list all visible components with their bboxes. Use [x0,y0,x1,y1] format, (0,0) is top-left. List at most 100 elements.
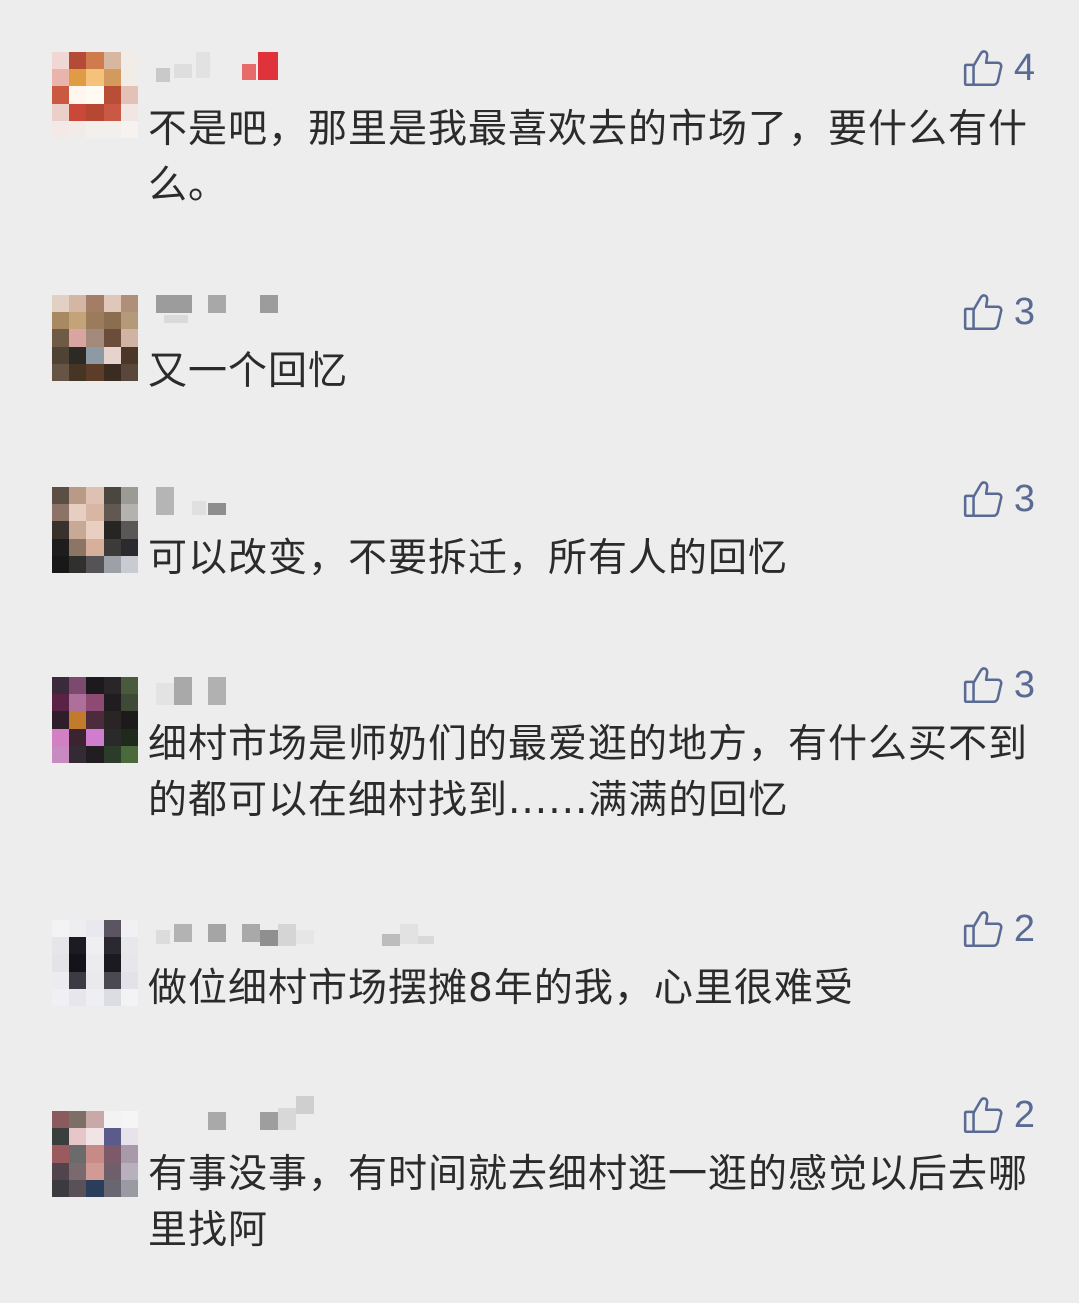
avatar-pixel [86,711,104,729]
avatar-pixel [86,312,104,330]
avatar[interactable] [52,677,138,763]
avatar-pixel [69,329,87,347]
avatar-pixel [69,555,87,573]
avatar-pixel [86,1162,104,1180]
avatar[interactable] [52,920,138,1006]
avatar-pixel [52,728,70,746]
avatar-pixel [120,920,138,938]
avatar-pixel [52,988,70,1006]
avatar-pixel [86,52,104,70]
avatar-pixel [120,728,138,746]
avatar-pixel [69,295,87,313]
avatar-pixel [120,1145,138,1163]
like-count: 2 [1013,1094,1035,1136]
avatar-pixel [52,920,70,938]
avatar-pixel [86,521,104,539]
avatar-pixel [69,1128,87,1146]
avatar-pixel [52,555,70,573]
nickname-blurred[interactable] [156,677,456,707]
avatar-pixel [52,295,70,313]
avatar-pixel [103,120,121,138]
avatar-pixel [52,694,70,712]
like-count: 4 [1013,47,1035,89]
avatar-pixel [103,346,121,364]
avatar-pixel [52,1128,70,1146]
avatar-pixel [103,555,121,573]
comment-text: 做位细村市场摆摊8年的我，心里很难受 [148,966,854,1011]
avatar-pixel [120,1179,138,1197]
like-button[interactable]: 3 [962,290,1035,334]
avatar-pixel [86,954,104,972]
thumbs-up-icon [963,294,1003,331]
like-count: 3 [1013,291,1035,333]
avatar-pixel [103,1145,121,1163]
avatar-pixel [52,1162,70,1180]
avatar-pixel [69,538,87,556]
thumbs-up-icon [963,50,1003,87]
nickname-blurred[interactable] [156,1096,456,1130]
nickname-blurred[interactable] [156,920,456,950]
avatar[interactable] [52,295,138,381]
nickname-blurred[interactable] [156,487,456,517]
avatar-pixel [69,677,87,695]
avatar-pixel [103,69,121,87]
avatar-pixel [52,346,70,364]
like-button[interactable]: 2 [962,907,1035,951]
avatar-pixel [120,937,138,955]
like-button[interactable]: 4 [962,46,1035,90]
avatar-pixel [52,745,70,763]
avatar-pixel [69,504,87,522]
like-count: 3 [1013,478,1035,520]
avatar-pixel [69,954,87,972]
avatar-pixel [103,1128,121,1146]
thumbs-up-icon [963,911,1003,948]
avatar-pixel [69,346,87,364]
comment-text: 可以改变，不要拆迁，所有人的回忆 [148,536,789,581]
avatar-pixel [103,103,121,121]
avatar-pixel [52,954,70,972]
avatar-pixel [103,521,121,539]
like-button[interactable]: 2 [962,1093,1035,1137]
avatar-pixel [69,120,87,138]
avatar-pixel [86,363,104,381]
avatar-pixel [120,86,138,104]
avatar-pixel [86,86,104,104]
avatar-pixel [120,312,138,330]
avatar-pixel [86,1111,104,1129]
avatar[interactable] [52,1111,138,1197]
like-button[interactable]: 3 [962,477,1035,521]
avatar-pixel [69,363,87,381]
avatar-pixel [52,521,70,539]
avatar-pixel [69,1111,87,1129]
avatar[interactable] [52,487,138,573]
avatar-pixel [69,937,87,955]
comment-text: 细村市场是师奶们的最爱逛的地方，有什么买不到的都可以在细村找到......满满的… [148,722,1029,823]
avatar-pixel [103,487,121,505]
avatar-pixel [86,103,104,121]
avatar-pixel [69,1145,87,1163]
avatar-pixel [103,937,121,955]
avatar-pixel [86,69,104,87]
like-button[interactable]: 3 [962,663,1035,707]
avatar-pixel [69,52,87,70]
avatar-pixel [120,711,138,729]
thumbs-up-icon [963,667,1003,704]
nickname-blurred[interactable] [156,52,456,82]
avatar-pixel [86,295,104,313]
avatar-pixel [120,1111,138,1129]
avatar-pixel [103,1111,121,1129]
avatar-pixel [86,694,104,712]
avatar-pixel [120,538,138,556]
avatar-pixel [86,677,104,695]
avatar-pixel [86,1128,104,1146]
avatar-pixel [120,745,138,763]
avatar-pixel [103,1179,121,1197]
avatar-pixel [120,487,138,505]
avatar[interactable] [52,52,138,138]
comment-text: 有事没事，有时间就去细村逛一逛的感觉以后去哪里找阿 [148,1152,1029,1253]
nickname-blurred[interactable] [156,295,456,325]
avatar-pixel [52,1145,70,1163]
avatar-pixel [103,745,121,763]
avatar-pixel [52,86,70,104]
avatar-pixel [69,312,87,330]
